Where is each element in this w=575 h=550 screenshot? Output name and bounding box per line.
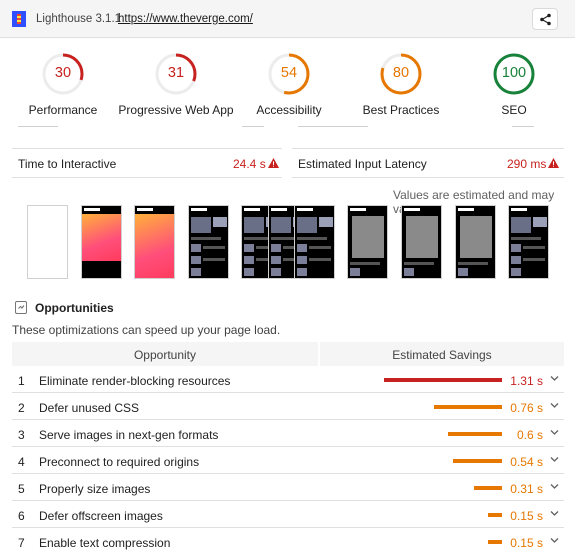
metric-value: 24.4 s	[233, 157, 266, 171]
clipped-metric-row	[292, 126, 564, 136]
chevron-down-icon[interactable]	[550, 483, 559, 490]
metric-value: 290 ms	[507, 157, 547, 171]
column-header-savings: Estimated Savings	[392, 348, 492, 362]
opportunity-number: 1	[18, 374, 25, 388]
opportunities-icon	[15, 301, 27, 314]
opportunity-name: Enable text compression	[39, 536, 171, 550]
page-url-link[interactable]: https://www.theverge.com/	[118, 13, 253, 25]
savings-bar	[434, 405, 502, 409]
gauge-score: 80	[392, 65, 410, 81]
chevron-down-icon[interactable]	[550, 510, 559, 517]
savings-bar	[474, 486, 502, 490]
gauge-best-practices[interactable]: 80 Best Practices	[336, 52, 466, 117]
savings-bar	[453, 459, 502, 463]
chevron-down-icon[interactable]	[550, 429, 559, 436]
opportunity-row[interactable]: 7 Enable text compression 0.15 s	[12, 528, 564, 550]
opportunity-number: 5	[18, 482, 25, 496]
metric-name: Time to Interactive	[18, 157, 117, 171]
gauge-label: Best Practices	[362, 103, 440, 117]
gauge-label: Progressive Web App	[118, 103, 234, 117]
gauge-pwa[interactable]: 31 Progressive Web App	[111, 52, 241, 117]
share-button[interactable]	[532, 8, 558, 30]
opportunity-number: 2	[18, 401, 25, 415]
opportunity-savings: 0.6 s	[516, 428, 543, 442]
gauge-score: 100	[501, 65, 527, 81]
opportunity-row[interactable]: 1 Eliminate render-blocking resources 1.31…	[12, 366, 564, 393]
filmstrip-frame	[81, 205, 122, 279]
opportunity-name: Defer offscreen images	[39, 509, 163, 523]
filmstrip-frame	[347, 205, 388, 279]
opportunity-name: Eliminate render-blocking resources	[39, 374, 231, 388]
opportunity-name: Serve images in next-gen formats	[39, 428, 219, 442]
table-header: Opportunity Estimated Savings	[12, 342, 564, 366]
opportunity-number: 3	[18, 428, 25, 442]
chevron-down-icon[interactable]	[550, 375, 559, 382]
chevron-down-icon[interactable]	[550, 402, 559, 409]
opportunity-savings: 1.31 s	[510, 374, 543, 388]
opportunity-number: 6	[18, 509, 25, 523]
gauge-accessibility[interactable]: 54 Accessibility	[224, 52, 354, 117]
metric-name: Estimated Input Latency	[298, 157, 427, 171]
clipped-metric-row	[12, 126, 282, 136]
filmstrip-frame	[27, 205, 68, 279]
savings-bar	[488, 540, 502, 544]
warning-icon	[548, 158, 559, 168]
opportunity-row[interactable]: 3 Serve images in next-gen formats 0.6 s	[12, 420, 564, 447]
opportunity-savings: 0.15 s	[510, 509, 543, 523]
filmstrip-frame	[401, 205, 442, 279]
filmstrip-frame	[294, 205, 335, 279]
savings-bar	[384, 378, 502, 382]
gauge-seo[interactable]: 100 SEO	[449, 52, 575, 117]
opportunity-savings: 0.76 s	[510, 401, 543, 415]
opportunity-savings: 0.15 s	[510, 536, 543, 550]
metric-time-to-interactive: Time to Interactive 24.4 s	[12, 148, 282, 178]
gauge-score: 31	[167, 65, 185, 81]
opportunity-number: 7	[18, 536, 25, 550]
filmstrip-frame	[508, 205, 549, 279]
opportunity-name: Preconnect to required origins	[39, 455, 200, 469]
savings-bar	[488, 513, 502, 517]
share-icon	[540, 13, 551, 26]
opportunity-savings: 0.54 s	[510, 455, 543, 469]
opportunity-name: Properly size images	[39, 482, 151, 496]
opportunity-savings: 0.31 s	[510, 482, 543, 496]
gauge-label: Performance	[28, 103, 98, 117]
column-header-opportunity: Opportunity	[133, 348, 197, 362]
metric-estimated-input-latency: Estimated Input Latency 290 ms	[292, 148, 564, 178]
opportunity-row[interactable]: 5 Properly size images 0.31 s	[12, 474, 564, 501]
app-title: Lighthouse 3.1.1	[36, 13, 122, 25]
opportunities-table: Opportunity Estimated Savings 1 Eliminate…	[12, 342, 564, 550]
gauge-label: SEO	[501, 103, 527, 117]
opportunity-row[interactable]: 6 Defer offscreen images 0.15 s	[12, 501, 564, 528]
lighthouse-logo-icon	[12, 11, 26, 27]
warning-icon	[268, 158, 279, 168]
opportunity-row[interactable]: 2 Defer unused CSS 0.76 s	[12, 393, 564, 420]
gauge-score: 30	[54, 65, 72, 81]
filmstrip-frame	[134, 205, 175, 279]
opportunity-number: 4	[18, 455, 25, 469]
top-bar: Lighthouse 3.1.1 https://www.theverge.co…	[0, 0, 575, 38]
opportunities-description: These optimizations can speed up your pa…	[12, 323, 281, 337]
score-gauges: 30 Performance 31 Progressive Web App 54…	[0, 38, 575, 126]
chevron-down-icon[interactable]	[550, 456, 559, 463]
savings-bar	[448, 432, 502, 436]
gauge-label: Accessibility	[256, 103, 322, 117]
gauge-score: 54	[280, 65, 298, 81]
filmstrip	[0, 205, 575, 280]
filmstrip-frame	[455, 205, 496, 279]
opportunity-name: Defer unused CSS	[39, 401, 140, 415]
opportunity-row[interactable]: 4 Preconnect to required origins 0.54 s	[12, 447, 564, 474]
chevron-down-icon[interactable]	[550, 537, 559, 544]
gauge-performance[interactable]: 30 Performance	[0, 52, 128, 117]
opportunities-title: Opportunities	[35, 301, 114, 315]
filmstrip-frame	[188, 205, 229, 279]
